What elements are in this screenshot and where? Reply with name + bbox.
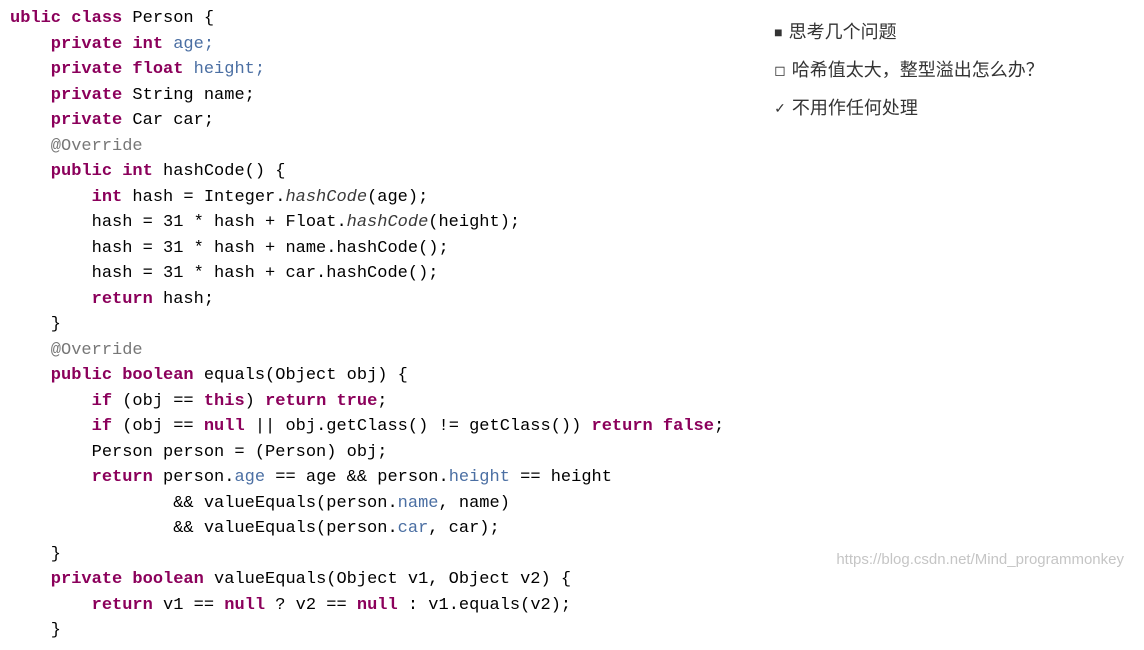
code-token: Person person = (Person) obj; xyxy=(10,443,387,462)
note-item: ◻ 哈希值太大，整型溢出怎么办？ xyxy=(774,52,1134,90)
code-token: car xyxy=(398,519,429,538)
square-bullet-icon: ■ xyxy=(774,18,782,47)
code-token: hash = Integer. xyxy=(132,188,285,207)
code-token: hashCode() { xyxy=(163,162,285,181)
code-token: @Override xyxy=(10,341,143,360)
code-token: hash = 31 * hash + car.hashCode(); xyxy=(10,264,438,283)
code-token: private int xyxy=(10,35,173,54)
code-token: hash = 31 * hash + name.hashCode(); xyxy=(10,239,449,258)
code-token: ? v2 == xyxy=(275,596,357,615)
code-token: ublic class xyxy=(10,9,132,28)
code-token: } xyxy=(10,315,61,334)
code-token: (obj == xyxy=(122,417,204,436)
code-token: , name) xyxy=(438,494,509,513)
code-token: private xyxy=(10,111,132,130)
note-text: 哈希值太大，整型溢出怎么办？ xyxy=(792,52,1044,90)
code-token: int xyxy=(10,188,132,207)
code-token: valueEquals(Object v1, Object v2) { xyxy=(214,570,571,589)
code-token: name xyxy=(398,494,439,513)
note-text: 不用作任何处理 xyxy=(792,90,918,128)
code-token: return true xyxy=(265,392,377,411)
code-token: hash = 31 * hash + Float. xyxy=(10,213,347,232)
code-token: hash; xyxy=(163,290,214,309)
note-item: ■ 思考几个问题 xyxy=(774,14,1134,52)
code-token: && valueEquals(person. xyxy=(10,494,398,513)
code-token: if xyxy=(10,392,122,411)
code-token: age; xyxy=(173,35,214,54)
watermark-url: https://blog.csdn.net/Mind_programmonkey xyxy=(836,551,1124,568)
code-token: @Override xyxy=(10,137,143,156)
code-token: Car car; xyxy=(132,111,214,130)
code-token: if xyxy=(10,417,122,436)
code-token: return xyxy=(10,290,163,309)
code-token: null xyxy=(357,596,408,615)
code-token: private float xyxy=(10,60,194,79)
code-token: == height xyxy=(520,468,612,487)
code-token: ; xyxy=(714,417,724,436)
code-token: : v1.equals(v2); xyxy=(408,596,571,615)
notes-block: ■ 思考几个问题 ◻ 哈希值太大，整型溢出怎么办？ ✓ 不用作任何处理 xyxy=(724,6,1134,644)
code-token: (age); xyxy=(367,188,428,207)
note-text: 思考几个问题 xyxy=(789,14,897,52)
code-token: String name; xyxy=(132,86,254,105)
code-token: ; xyxy=(377,392,387,411)
check-icon: ✓ xyxy=(774,94,786,123)
code-token: } xyxy=(10,621,61,640)
code-token: private boolean xyxy=(10,570,214,589)
code-token: hashCode xyxy=(347,213,429,232)
code-token: age xyxy=(234,468,275,487)
code-token: && valueEquals(person. xyxy=(10,519,398,538)
code-token: null xyxy=(224,596,275,615)
code-token: v1 == xyxy=(163,596,224,615)
code-token: , car); xyxy=(428,519,499,538)
code-token: return xyxy=(10,468,163,487)
code-block: ublic class Person { private int age; pr… xyxy=(10,6,724,644)
code-token: (obj == xyxy=(122,392,204,411)
code-token: (height); xyxy=(428,213,520,232)
hollow-square-icon: ◻ xyxy=(774,56,786,85)
code-token: ) xyxy=(245,392,265,411)
code-token: height; xyxy=(194,60,265,79)
code-token: null xyxy=(204,417,255,436)
code-token: } xyxy=(10,545,61,564)
code-token: return xyxy=(10,596,163,615)
note-item: ✓ 不用作任何处理 xyxy=(774,90,1134,128)
code-token: || obj.getClass() != getClass()) xyxy=(255,417,592,436)
code-token: Person { xyxy=(132,9,214,28)
code-token: public int xyxy=(10,162,163,181)
code-token: person. xyxy=(163,468,234,487)
code-token: this xyxy=(204,392,245,411)
code-token: hashCode xyxy=(285,188,367,207)
code-token: return false xyxy=(592,417,714,436)
code-token: == age && person. xyxy=(275,468,448,487)
code-token: private xyxy=(10,86,132,105)
code-token: height xyxy=(449,468,520,487)
code-token: equals(Object obj) { xyxy=(204,366,408,385)
code-token: public boolean xyxy=(10,366,204,385)
